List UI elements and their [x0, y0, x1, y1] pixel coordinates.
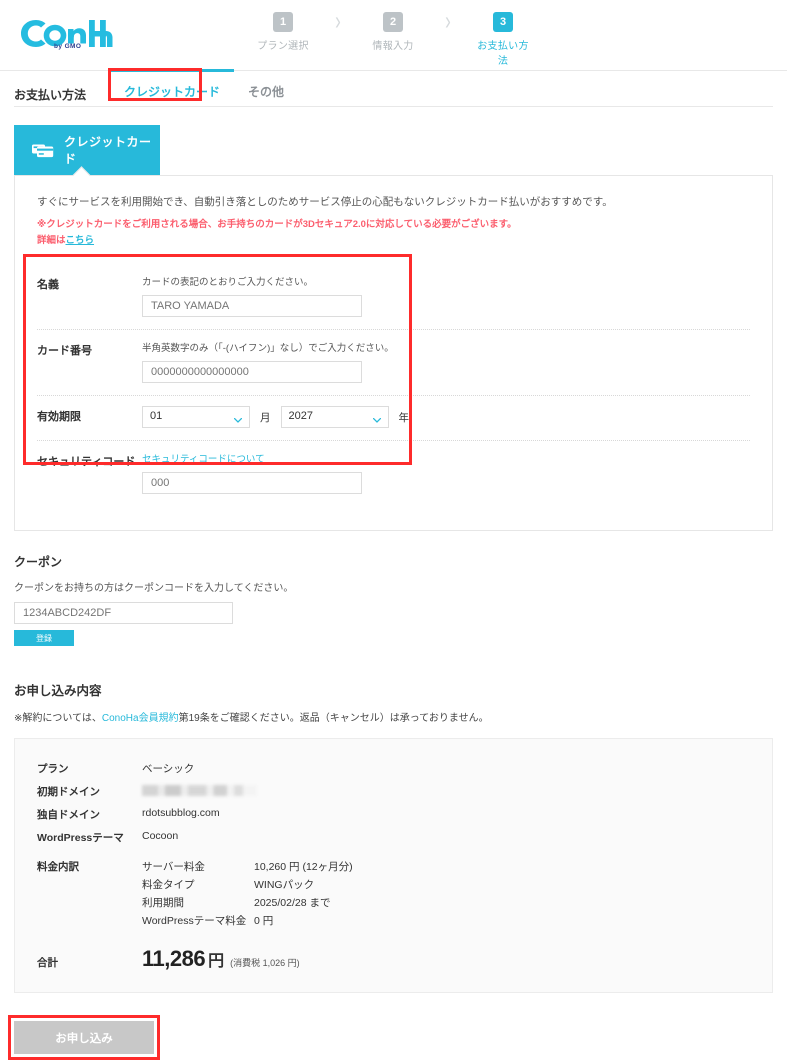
payment-method-heading: お支払い方法 — [14, 88, 87, 102]
order-summary-box: プラン ベーシック 初期ドメイン 独自ドメイン rdotsubblog.com … — [14, 738, 773, 994]
breakdown-item-theme-fee: WordPressテーマ料金 0 円 — [142, 913, 353, 928]
summary-key-custom-domain: 独自ドメイン — [37, 809, 100, 822]
credit-card-section-tab[interactable]: クレジットカード — [14, 125, 160, 175]
credit-card-icon — [32, 142, 54, 158]
coupon-code-input[interactable] — [14, 602, 233, 625]
chevron-down-icon — [233, 414, 243, 423]
breakdown-value-plan-type: WINGパック — [254, 879, 315, 892]
summary-value-initial-domain — [142, 784, 257, 797]
label-name: 名義 — [37, 279, 59, 292]
step-label-3: お支払い方法 — [477, 41, 529, 67]
summary-value-plan: ベーシック — [142, 763, 195, 776]
step-item-3[interactable]: 3 お支払い方法 — [473, 12, 533, 67]
warning-detail-line: 詳細はこちら — [37, 233, 750, 250]
hint-card-number: 半角英数字のみ（「-(ハイフン)」なし）でご入力ください。 — [142, 343, 394, 355]
submit-area: お申し込み — [8, 1015, 160, 1060]
page-header: by GMO 1 プラン選択 › 2 情報入力 › 3 お支払い方法 — [0, 0, 787, 71]
breakdown-item-period: 利用期間 2025/02/28 まで — [142, 895, 353, 910]
coupon-title: クーポン — [14, 555, 63, 570]
summary-row-breakdown: 料金内訳 サーバー料金 10,260 円 (12ヶ月分) 料金タイプ WINGパ… — [15, 849, 772, 932]
order-summary-title: お申し込み内容 — [14, 684, 102, 699]
breakdown-value-period: 2025/02/28 まで — [254, 897, 331, 910]
expiry-month-unit: 月 — [260, 411, 271, 424]
form-row-expiry: 有効期限 01 月 2027 年 — [37, 396, 750, 442]
breakdown-key-theme-fee: WordPressテーマ料金 — [142, 915, 247, 928]
expiry-year-unit: 年 — [398, 411, 410, 424]
warning-detail-link[interactable]: こちら — [66, 235, 95, 246]
breakdown-key-plan-type: 料金タイプ — [142, 879, 195, 892]
step-separator-1: › — [335, 7, 341, 36]
step-label-1: プラン選択 — [257, 41, 309, 52]
credit-card-panel: すぐにサービスを利用開始でき、自動引き落としのためサービス停止の心配もないクレジ… — [14, 175, 773, 532]
card-number-input[interactable] — [142, 361, 362, 384]
cardholder-name-input[interactable] — [142, 295, 362, 318]
summary-row-custom-domain: 独自ドメイン rdotsubblog.com — [15, 803, 772, 826]
label-card-number: カード番号 — [37, 345, 92, 358]
conoha-logo[interactable]: by GMO — [18, 17, 113, 50]
security-code-input[interactable] — [142, 472, 362, 495]
summary-row-wordpress-theme: WordPressテーマ Cocoon — [15, 826, 772, 849]
panel-warning: ※クレジットカードをご利用される場合、お手持ちのカードが3Dセキュア2.0に対応… — [37, 217, 750, 250]
expiry-month-select[interactable]: 01 — [142, 406, 250, 429]
breakdown-item-server-fee: サーバー料金 10,260 円 (12ヶ月分) — [142, 859, 353, 874]
hint-name: カードの表記のとおりご入力ください。 — [142, 277, 314, 289]
breakdown-value-server-fee: 10,260 円 (12ヶ月分) — [254, 861, 353, 874]
label-expiry: 有効期限 — [37, 411, 81, 424]
breakdown-value-theme-fee: 0 円 — [254, 915, 274, 928]
coupon-register-button[interactable]: 登録 — [14, 630, 74, 647]
step-number-2: 2 — [383, 12, 403, 32]
step-indicator: 1 プラン選択 › 2 情報入力 › 3 お支払い方法 — [253, 7, 533, 67]
payment-method-tabs: お支払い方法 クレジットカード その他 — [14, 68, 773, 107]
summary-row-initial-domain: 初期ドメイン — [15, 780, 772, 803]
membership-terms-link[interactable]: ConoHa会員規約 — [102, 713, 179, 724]
label-security-code: セキュリティコード — [37, 456, 136, 469]
summary-key-breakdown: 料金内訳 — [37, 861, 79, 874]
form-row-security-code: セキュリティコード セキュリティコードについて — [37, 441, 750, 506]
order-summary-note: ※解約については、ConoHa会員規約第19条をご確認ください。返品（キャンセル… — [14, 709, 787, 724]
svg-text:by GMO: by GMO — [54, 43, 81, 50]
chevron-down-icon — [372, 414, 381, 423]
summary-value-wordpress-theme: Cocoon — [142, 830, 179, 843]
order-note-suffix: 第19条をご確認ください。返品（キャンセル）は承っておりません。 — [178, 713, 489, 725]
total-currency: 円 — [208, 953, 225, 971]
warning-line: ※クレジットカードをご利用される場合、お手持ちのカードが3Dセキュア2.0に対応… — [37, 218, 517, 230]
summary-key-plan: プラン — [37, 763, 69, 776]
summary-value-custom-domain: rdotsubblog.com — [142, 807, 220, 820]
warning-detail-prefix: 詳細は — [37, 235, 66, 247]
breakdown-key-period: 利用期間 — [142, 897, 184, 910]
summary-row-total: 合計 11,286 円 (消費税 1,026 円) — [15, 932, 772, 972]
breakdown-item-plan-type: 料金タイプ WINGパック — [142, 877, 353, 892]
security-code-help-link[interactable]: セキュリティコードについて — [142, 454, 265, 465]
step-item-2[interactable]: 2 情報入力 — [363, 12, 423, 52]
total-tax-note: (消費税 1,026 円) — [230, 958, 300, 969]
order-note-prefix: ※解約については、 — [14, 713, 102, 725]
total-amount: 11,286 — [142, 946, 206, 972]
expiry-year-select[interactable]: 2027 — [280, 406, 389, 429]
tab-credit-card[interactable]: クレジットカード — [110, 68, 235, 113]
summary-row-plan: プラン ベーシック — [15, 757, 772, 780]
step-separator-2: › — [445, 7, 451, 36]
breakdown-list: サーバー料金 10,260 円 (12ヶ月分) 料金タイプ WINGパック 利用… — [142, 859, 353, 928]
step-label-2: 情報入力 — [372, 41, 414, 52]
panel-description: すぐにサービスを利用開始でき、自動引き落としのためサービス停止の心配もないクレジ… — [37, 196, 613, 208]
tab-other[interactable]: その他 — [234, 77, 298, 113]
coupon-description: クーポンをお持ちの方はクーポンコードを入力してください。 — [14, 583, 294, 595]
summary-key-initial-domain: 初期ドメイン — [37, 786, 100, 799]
step-number-1: 1 — [273, 12, 293, 32]
submit-order-button[interactable]: お申し込み — [14, 1021, 154, 1055]
step-item-1[interactable]: 1 プラン選択 — [253, 12, 313, 52]
credit-card-form: 名義 カードの表記のとおりご入力ください。 カード番号 半角英数字のみ（「-(ハ… — [23, 254, 750, 506]
hint-security-code: セキュリティコードについて — [142, 451, 750, 465]
form-row-card-number: カード番号 半角英数字のみ（「-(ハイフン)」なし）でご入力ください。 — [37, 330, 750, 397]
summary-key-wordpress-theme: WordPressテーマ — [37, 832, 124, 845]
form-row-name: 名義 カードの表記のとおりご入力ください。 — [37, 264, 750, 331]
step-number-3: 3 — [493, 12, 513, 32]
breakdown-key-server-fee: サーバー料金 — [142, 861, 205, 874]
credit-card-tab-label: クレジットカード — [64, 135, 152, 166]
total-label: 合計 — [37, 957, 58, 970]
redacted-value — [142, 785, 257, 797]
